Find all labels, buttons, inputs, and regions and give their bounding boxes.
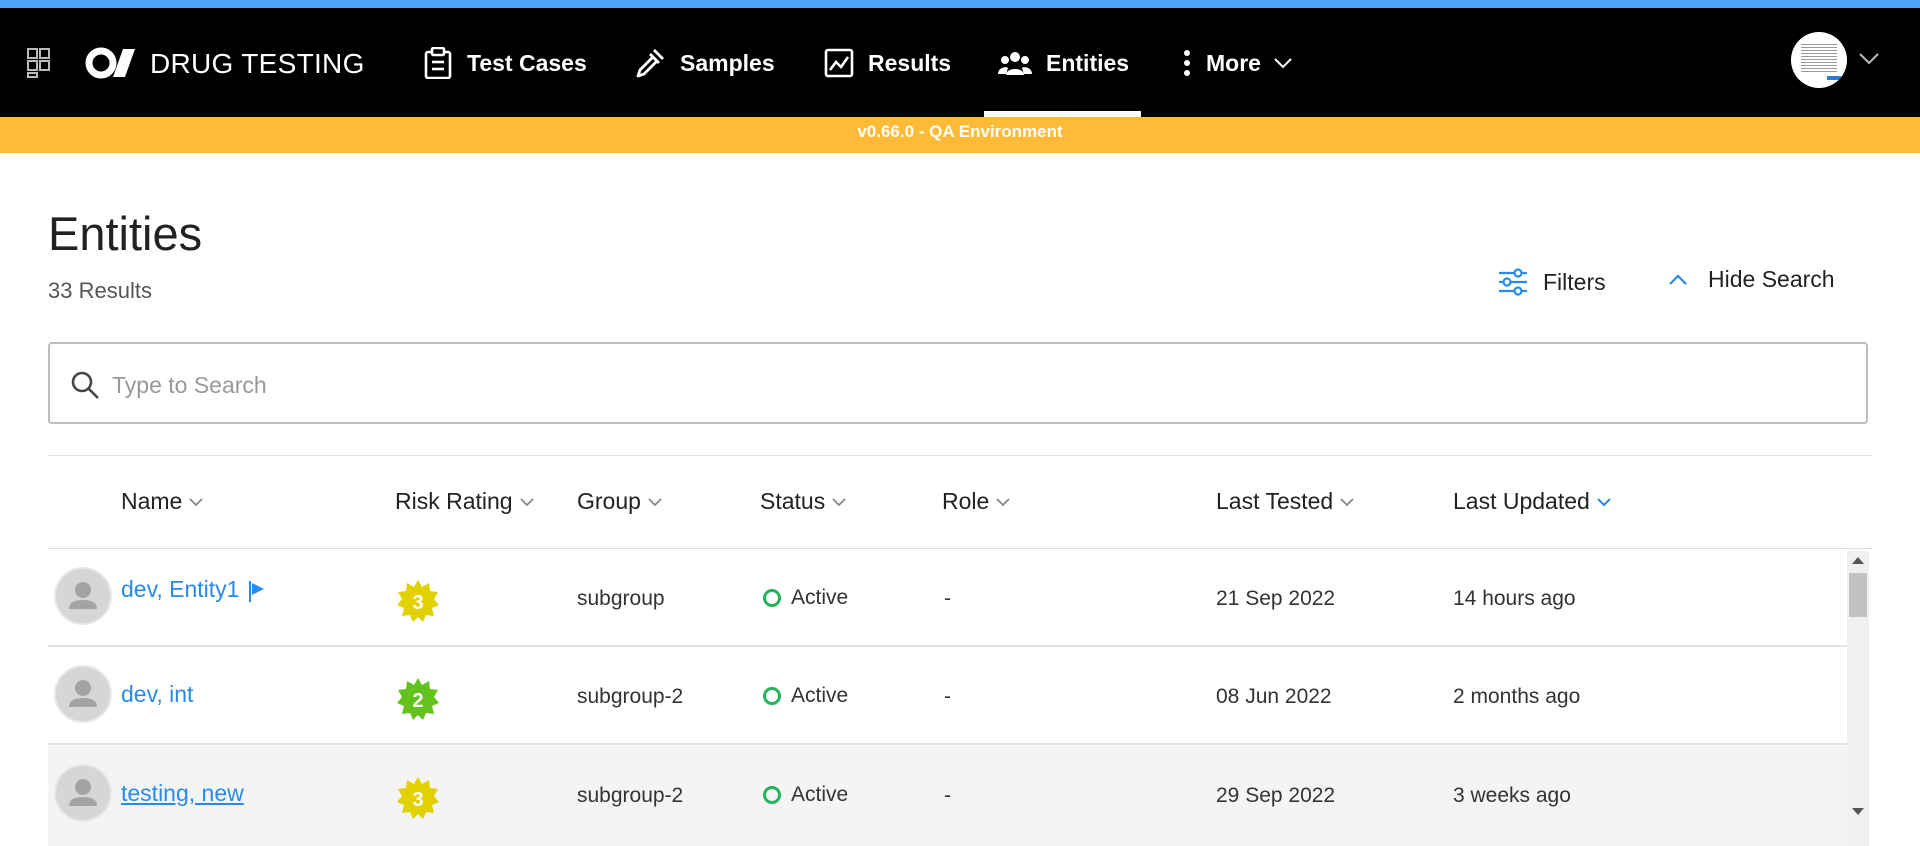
chevron-down-icon [519,497,534,506]
last-tested-cell: 08 Jun 2022 [1216,685,1332,708]
app-grid-icon[interactable] [27,48,57,78]
chevron-down-icon [1274,58,1292,69]
search-input[interactable] [110,362,1814,408]
nav-test-cases-label: Test Cases [467,49,587,76]
column-header-role-label: Role [942,488,990,514]
group-cell: subgroup [577,587,665,610]
column-header-name-label: Name [121,488,183,514]
nav-samples[interactable]: Samples [634,38,775,88]
last-updated-cell: 2 months ago [1453,685,1581,708]
top-navbar: DRUG TESTING Test Cases Samples Results [0,8,1920,117]
pipette-icon [636,49,664,78]
column-header-last-updated[interactable]: Last Updated [1453,488,1612,515]
risk-rating-badge: 2 [397,678,439,720]
nav-results[interactable]: Results [824,38,951,88]
chevron-down-icon [832,497,846,506]
hide-search-label: Hide Search [1708,266,1835,292]
table-row[interactable]: dev, int 2 subgroup-2 Active - 08 Jun 20… [48,647,1847,745]
nav-entities[interactable]: Entities [983,38,1142,117]
column-header-group[interactable]: Group [577,488,663,515]
column-header-role[interactable]: Role [942,488,1011,515]
last-updated-cell: 14 hours ago [1453,587,1576,610]
hide-search-button[interactable]: Hide Search [1668,266,1835,293]
user-menu-chevron-icon[interactable] [1858,52,1880,66]
role-cell: - [944,587,951,610]
status-active-icon [763,589,781,607]
nav-more[interactable]: More [1182,38,1293,88]
table-row[interactable]: testing, new 3 subgroup-2 Active - 29 Se… [48,746,1847,846]
nav-entities-label: Entities [1046,49,1130,76]
filters-label: Filters [1543,268,1606,295]
chevron-down-icon [996,497,1010,506]
kebab-icon [1184,50,1190,76]
column-header-name[interactable]: Name [121,488,204,515]
column-header-group-label: Group [577,488,641,514]
chevron-down-icon [189,497,203,506]
page-title: Entities [48,207,203,260]
column-header-last-tested-label: Last Tested [1216,488,1334,514]
results-count: 33 Results [48,278,152,303]
users-icon [998,52,1032,75]
entity-name-link[interactable]: dev, int [121,681,193,708]
search-icon [71,371,99,399]
chevron-down-icon [648,497,662,506]
chevron-down-icon [1340,497,1354,506]
status-active-icon [763,687,781,705]
chevron-up-icon [1669,273,1687,285]
risk-rating-value: 2 [412,690,423,712]
environment-banner: v0.66.0 - QA Environment [0,117,1920,153]
entity-name-link[interactable]: dev, Entity1 [121,576,239,603]
status-cell: Active [763,684,848,708]
nav-more-label: More [1206,49,1261,76]
risk-rating-value: 3 [412,789,423,811]
status-active-icon [763,786,781,804]
group-cell: subgroup-2 [577,685,684,708]
brand-logo[interactable] [85,44,141,82]
sort-chevron-down-icon [1597,497,1611,506]
table-row[interactable]: dev, Entity1 3 subgroup Active - 21 Sep … [48,549,1847,647]
clipboard-icon [424,47,452,79]
top-accent-strip [0,0,1920,8]
last-updated-cell: 3 weeks ago [1453,784,1571,807]
section-divider [48,455,1872,456]
group-cell: subgroup-2 [577,784,684,807]
last-tested-cell: 29 Sep 2022 [1216,784,1336,807]
last-tested-cell: 21 Sep 2022 [1216,587,1336,610]
role-cell: - [944,784,951,807]
column-header-last-tested[interactable]: Last Tested [1216,488,1355,515]
chart-icon [824,48,854,78]
risk-rating-badge: 3 [397,777,439,819]
status-label: Active [791,684,849,707]
scrollbar-thumb[interactable] [1849,573,1867,617]
column-header-risk-rating[interactable]: Risk Rating [395,488,535,515]
column-header-status-label: Status [760,488,826,514]
entity-avatar [54,665,112,723]
status-label: Active [791,586,849,609]
entity-name-link[interactable]: testing, new [121,780,244,807]
entity-avatar [54,764,112,822]
nav-results-label: Results [868,49,952,76]
nav-samples-label: Samples [680,49,775,76]
sliders-icon [1499,268,1527,296]
table-scrollbar[interactable] [1847,551,1869,846]
nav-test-cases[interactable]: Test Cases [423,38,587,88]
risk-rating-value: 3 [412,592,423,614]
column-header-risk-label: Risk Rating [395,488,513,514]
brand-name: DRUG TESTING [150,48,365,79]
filters-button[interactable]: Filters [1497,268,1606,296]
role-cell: - [944,685,951,708]
scroll-down-arrow-icon[interactable] [1852,808,1864,815]
column-header-last-updated-label: Last Updated [1453,488,1590,514]
status-cell: Active [763,586,848,610]
scroll-up-arrow-icon[interactable] [1852,557,1864,564]
risk-rating-badge: 3 [397,580,439,622]
user-avatar[interactable] [1791,32,1847,88]
search-box [48,342,1868,424]
status-label: Active [791,783,849,806]
column-header-status[interactable]: Status [760,488,847,515]
flag-icon[interactable] [248,579,266,603]
entity-avatar [54,567,112,625]
status-cell: Active [763,783,848,807]
